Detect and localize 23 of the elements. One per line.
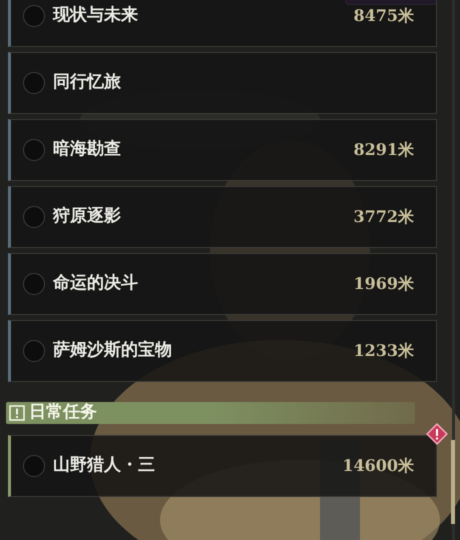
quest-name: 狩原逐影: [53, 205, 121, 228]
quest-distance: 8291米: [353, 139, 414, 161]
quest-distance: 8475米: [353, 5, 414, 27]
quest-row[interactable]: 现状与未来 8475米: [8, 0, 437, 47]
quest-distance: 1969米: [353, 273, 414, 295]
quest-distance: 3772米: [353, 206, 414, 228]
quest-row[interactable]: 狩原逐影 3772米: [8, 186, 437, 248]
quest-name: 现状与未来: [53, 4, 138, 28]
scrollbar-thumb[interactable]: [451, 440, 455, 524]
quest-row[interactable]: 同行忆旅: [8, 52, 437, 114]
quest-distance: 14600米: [342, 455, 414, 477]
quest-name: 山野猎人・三: [53, 454, 155, 478]
quest-name: 命运的决斗: [53, 272, 138, 296]
quest-row[interactable]: 萨姆沙斯的宝物 1233米: [8, 320, 437, 382]
quest-name: 暗海勘查: [53, 138, 121, 162]
quest-name: 同行忆旅: [53, 71, 121, 94]
quest-row[interactable]: 命运的决斗 1969米: [8, 253, 437, 315]
quest-row[interactable]: 山野猎人・三 14600米: [8, 435, 437, 497]
alert-icon: [9, 405, 25, 421]
section-title: 日常任务: [29, 401, 97, 424]
quest-name: 萨姆沙斯的宝物: [53, 339, 172, 362]
quest-distance: 1233米: [353, 340, 414, 362]
quest-row[interactable]: 暗海勘查 8291米: [8, 119, 437, 181]
